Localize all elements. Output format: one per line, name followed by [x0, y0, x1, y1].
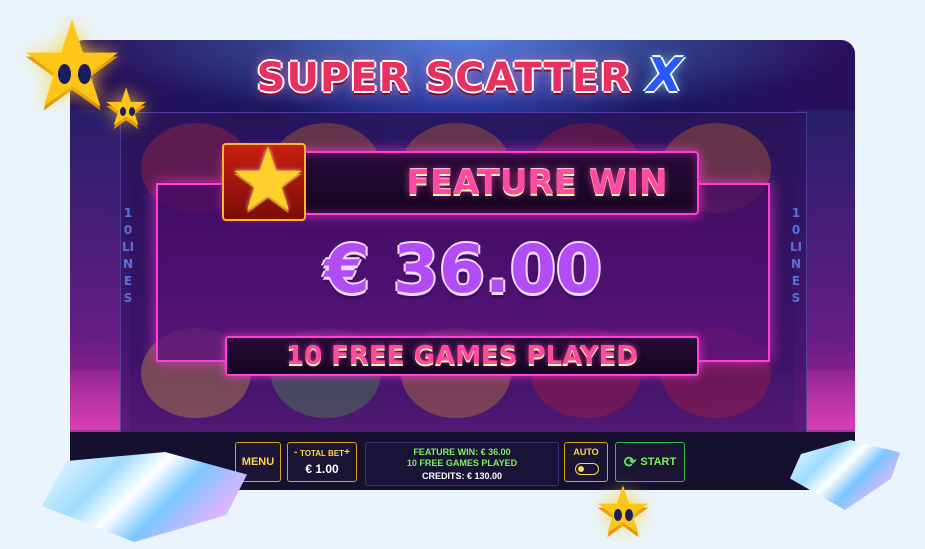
mascot-eye	[78, 64, 91, 84]
mascot-eye	[58, 64, 71, 84]
lines-label-text: 10 LINES	[121, 206, 135, 305]
game-title: SUPER SCATTER X	[250, 44, 690, 106]
mascot-eye	[614, 509, 622, 521]
star-icon: ★	[228, 128, 308, 231]
free-games-text: 10 FREE GAMES PLAYED	[286, 341, 638, 371]
star-mascot-small: ★	[102, 78, 150, 138]
feature-win-title: FEATURE WIN	[406, 163, 668, 203]
game-title-x: X	[646, 48, 684, 102]
game-window: SUPER SCATTER X 10 LINES 10 LINES € 36.0…	[70, 40, 855, 490]
mascot-eye	[129, 107, 135, 116]
free-games-banner: 10 FREE GAMES PLAYED	[225, 336, 699, 376]
credits-info: CREDITS: € 130.00	[421, 471, 503, 481]
lines-label-text: 10 LINES	[789, 206, 803, 305]
feature-win-info: FEATURE WIN: € 36.00	[413, 447, 511, 457]
total-bet-control[interactable]: - + TOTAL BET € 1.00	[287, 442, 357, 482]
win-amount: € 36.00	[324, 231, 602, 308]
toggle-knob	[578, 466, 584, 472]
star-mascot-bottom: ★	[593, 472, 653, 549]
total-bet-value: € 1.00	[305, 462, 339, 476]
start-label: START	[640, 456, 677, 468]
auto-label: AUTO	[573, 447, 599, 457]
lines-indicator-right: 10 LINES	[788, 205, 804, 307]
mascot-eye	[625, 509, 633, 521]
lines-indicator-left: 10 LINES	[120, 205, 136, 307]
free-games-info: 10 FREE GAMES PLAYED	[406, 458, 518, 468]
total-bet-label: TOTAL BET	[300, 449, 344, 458]
info-display: FEATURE WIN: € 36.00 10 FREE GAMES PLAYE…	[365, 442, 559, 486]
game-title-main: SUPER SCATTER	[256, 55, 632, 101]
mascot-eye	[120, 107, 126, 116]
